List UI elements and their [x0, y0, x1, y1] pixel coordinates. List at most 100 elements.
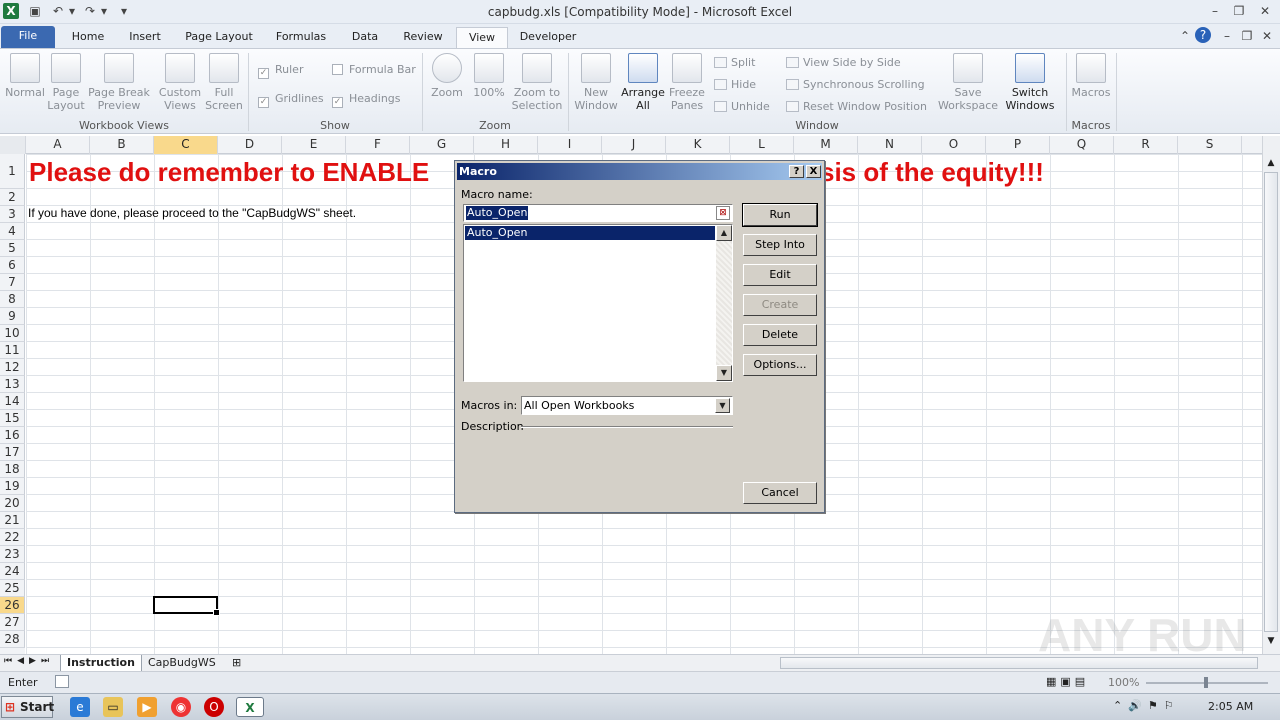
tab-data[interactable]: Data	[340, 27, 390, 48]
tab-review[interactable]: Review	[396, 27, 450, 48]
row-header-22[interactable]: 22	[0, 529, 25, 546]
formula-bar-checkbox[interactable]: Formula Bar	[332, 63, 416, 76]
column-header-c[interactable]: C	[154, 136, 218, 154]
minimize-ribbon-icon[interactable]: ⌃	[1176, 28, 1194, 44]
view-side-by-side-button[interactable]: View Side by Side	[786, 56, 901, 69]
chrome-icon[interactable]: ◉	[171, 697, 191, 717]
macro-list-item[interactable]: Auto_Open	[465, 226, 715, 240]
column-header-m[interactable]: M	[794, 136, 858, 154]
sheet-nav-arrows-icon[interactable]: ⏮◀▶⏭	[4, 656, 54, 666]
row-header-21[interactable]: 21	[0, 512, 25, 529]
column-header-r[interactable]: R	[1114, 136, 1178, 154]
row-header-8[interactable]: 8	[0, 291, 25, 308]
options-button[interactable]: Options...	[743, 354, 817, 376]
minimize-icon[interactable]: –	[1206, 3, 1224, 19]
row-header-4[interactable]: 4	[0, 223, 25, 240]
zoom-to-selection-button[interactable]: Zoom to Selection	[510, 53, 564, 112]
reset-window-position-button[interactable]: Reset Window Position	[786, 100, 927, 113]
select-all-corner[interactable]	[0, 136, 26, 154]
tab-insert[interactable]: Insert	[120, 27, 170, 48]
hide-button[interactable]: Hide	[714, 78, 756, 91]
column-header-s[interactable]: S	[1178, 136, 1242, 154]
column-header-f[interactable]: F	[346, 136, 410, 154]
macros-button[interactable]: Macros	[1070, 53, 1112, 99]
tab-page-layout[interactable]: Page Layout	[178, 27, 260, 48]
row-header-7[interactable]: 7	[0, 274, 25, 291]
row-header-3[interactable]: 3	[0, 206, 25, 223]
full-screen-button[interactable]: Full Screen	[204, 53, 244, 112]
row-header-1[interactable]: 1	[0, 154, 25, 189]
gridlines-checkbox[interactable]: ✓ Gridlines	[258, 92, 324, 108]
column-header-j[interactable]: J	[602, 136, 666, 154]
normal-view-button[interactable]: Normal	[4, 53, 46, 99]
row-header-20[interactable]: 20	[0, 495, 25, 512]
delete-button[interactable]: Delete	[743, 324, 817, 346]
new-window-button[interactable]: New Window	[572, 53, 620, 112]
ruler-checkbox[interactable]: ✓ Ruler	[258, 63, 303, 79]
run-button[interactable]: Run	[742, 203, 818, 227]
view-shortcut-icons[interactable]: ▦▣▤	[1046, 675, 1089, 688]
row-header-12[interactable]: 12	[0, 359, 25, 376]
row-header-9[interactable]: 9	[0, 308, 25, 325]
tab-formulas[interactable]: Formulas	[268, 27, 334, 48]
list-scroll-up-icon[interactable]: ▲	[716, 225, 732, 241]
scroll-up-icon[interactable]: ▲	[1265, 158, 1277, 170]
column-header-p[interactable]: P	[986, 136, 1050, 154]
active-cell-c26[interactable]	[153, 596, 220, 616]
workbook-minimize-icon[interactable]: –	[1218, 28, 1236, 44]
row-header-26[interactable]: 26	[0, 597, 25, 614]
unhide-button[interactable]: Unhide	[714, 100, 770, 113]
row-header-14[interactable]: 14	[0, 393, 25, 410]
row-header-25[interactable]: 25	[0, 580, 25, 597]
vertical-scrollbar[interactable]: ▲ ▼	[1262, 136, 1280, 654]
column-header-l[interactable]: L	[730, 136, 794, 154]
row-header-19[interactable]: 19	[0, 478, 25, 495]
column-header-i[interactable]: I	[538, 136, 602, 154]
insert-sheet-icon[interactable]: ⊞	[226, 655, 247, 672]
row-header-6[interactable]: 6	[0, 257, 25, 274]
help-icon[interactable]: ?	[1195, 27, 1211, 43]
split-button[interactable]: Split	[714, 56, 755, 69]
switch-windows-button[interactable]: Switch Windows	[1000, 53, 1060, 112]
tab-view[interactable]: View	[456, 27, 508, 48]
macros-in-select[interactable]: All Open Workbooks ▼	[521, 396, 733, 415]
tab-home[interactable]: Home	[62, 27, 114, 48]
column-header-d[interactable]: D	[218, 136, 282, 154]
row-header-13[interactable]: 13	[0, 376, 25, 393]
list-scroll-down-icon[interactable]: ▼	[716, 365, 732, 381]
dropdown-arrow-icon[interactable]: ▼	[715, 398, 730, 413]
row-header-27[interactable]: 27	[0, 614, 25, 631]
custom-views-button[interactable]: Custom Views	[156, 53, 204, 112]
workbook-restore-icon[interactable]: ❐	[1238, 28, 1256, 44]
close-icon[interactable]: ✕	[1256, 3, 1274, 19]
row-header-17[interactable]: 17	[0, 444, 25, 461]
dialog-help-button[interactable]: ?	[789, 165, 804, 178]
row-header-5[interactable]: 5	[0, 240, 25, 257]
synchronous-scrolling-button[interactable]: Synchronous Scrolling	[786, 78, 925, 91]
tab-file[interactable]: File	[1, 26, 55, 48]
column-header-h[interactable]: H	[474, 136, 538, 154]
column-header-b[interactable]: B	[90, 136, 154, 154]
arrange-all-button[interactable]: Arrange All	[620, 53, 666, 112]
column-header-q[interactable]: Q	[1050, 136, 1114, 154]
row-header-2[interactable]: 2	[0, 189, 25, 206]
column-header-n[interactable]: N	[858, 136, 922, 154]
cancel-button[interactable]: Cancel	[743, 482, 817, 504]
sheet-tab-capbudgws[interactable]: CapBudgWS	[142, 655, 222, 672]
column-header-k[interactable]: K	[666, 136, 730, 154]
row-header-11[interactable]: 11	[0, 342, 25, 359]
sheet-tab-instruction[interactable]: Instruction	[60, 655, 142, 672]
maximize-icon[interactable]: ❐	[1230, 3, 1248, 19]
list-scrollbar[interactable]: ▲ ▼	[716, 225, 732, 381]
step-into-button[interactable]: Step Into	[743, 234, 817, 256]
column-header-g[interactable]: G	[410, 136, 474, 154]
column-header-a[interactable]: A	[26, 136, 90, 154]
ie-icon[interactable]: e	[70, 697, 90, 717]
row-header-16[interactable]: 16	[0, 427, 25, 444]
zoom-button[interactable]: Zoom	[428, 53, 466, 99]
zoom-100-button[interactable]: 100%	[470, 53, 508, 99]
edit-button[interactable]: Edit	[743, 264, 817, 286]
scroll-down-icon[interactable]: ▼	[1265, 636, 1277, 648]
scroll-thumb[interactable]	[1264, 172, 1278, 632]
row-header-23[interactable]: 23	[0, 546, 25, 563]
